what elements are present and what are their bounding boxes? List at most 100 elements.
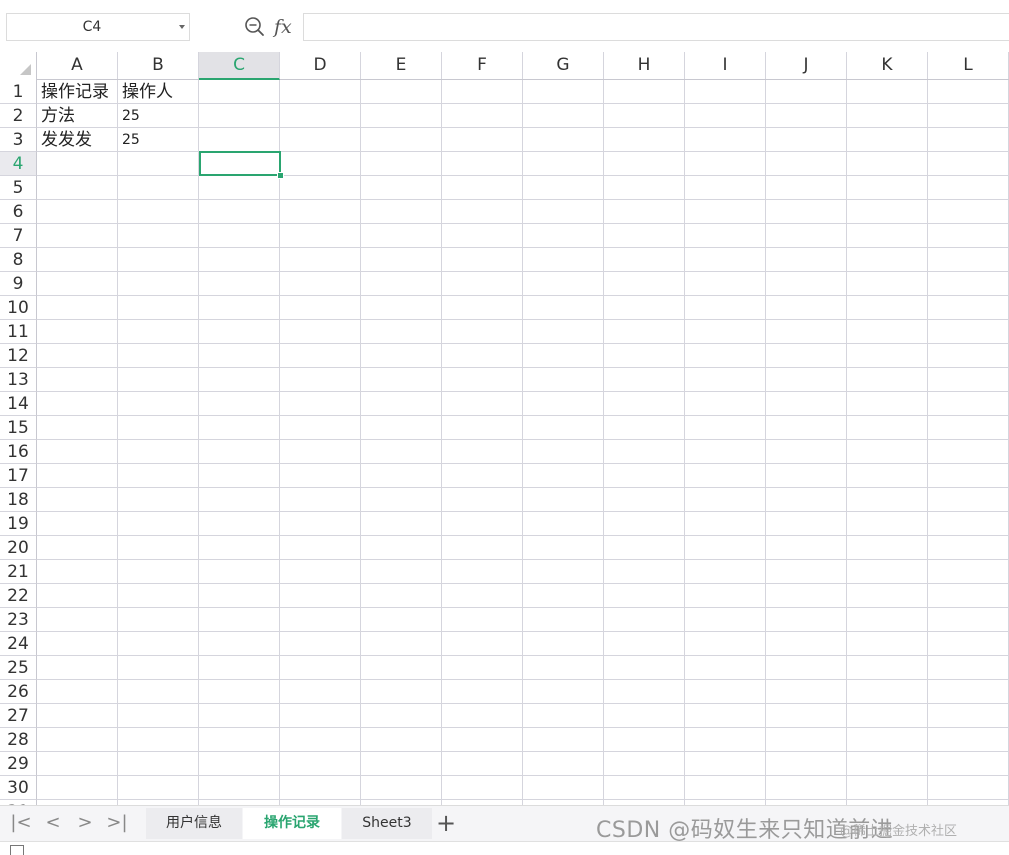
cell-a2[interactable]: 方法 [37, 104, 75, 128]
spreadsheet-grid[interactable]: ABCDEFGHIJKL 1 2 3 4 5 6 7 8 9 10 11 12 13 14 15 16 17 18… [0, 52, 1009, 805]
grid-vline [522, 80, 523, 805]
row-header-1[interactable]: 1 [0, 80, 37, 104]
row-header-13[interactable]: 13 [0, 368, 37, 392]
grid-hline [37, 799, 1009, 800]
column-header-f[interactable]: F [442, 52, 523, 79]
selected-cell-border [199, 151, 281, 176]
row-header-12[interactable]: 12 [0, 344, 37, 368]
column-header-e[interactable]: E [361, 52, 442, 79]
row-header-22[interactable]: 22 [0, 584, 37, 608]
column-header-d[interactable]: D [280, 52, 361, 79]
row-header-6[interactable]: 6 [0, 200, 37, 224]
grid-hline [37, 775, 1009, 776]
name-box[interactable]: C4 [6, 13, 190, 41]
fill-handle[interactable] [277, 172, 284, 179]
grid-hline [37, 151, 1009, 152]
row-header-24[interactable]: 24 [0, 632, 37, 656]
row-header-16[interactable]: 16 [0, 440, 37, 464]
cell-b3[interactable]: 25 [118, 128, 140, 152]
column-header-i[interactable]: I [685, 52, 766, 79]
row-header-28[interactable]: 28 [0, 728, 37, 752]
column-header-h[interactable]: H [604, 52, 685, 79]
grid-vline [927, 80, 928, 805]
grid-hline [37, 391, 1009, 392]
sheet-tab-operation-log[interactable]: 操作记录 [243, 808, 341, 839]
next-sheet-icon[interactable]: > [74, 812, 96, 834]
grid-hline [37, 271, 1009, 272]
name-box-value[interactable]: C4 [7, 14, 177, 40]
grid-vline [684, 80, 685, 805]
grid-hline [37, 127, 1009, 128]
grid-hline [37, 679, 1009, 680]
column-header-a[interactable]: A [37, 52, 118, 79]
row-header-30[interactable]: 30 [0, 776, 37, 800]
row-header-3[interactable]: 3 [0, 128, 37, 152]
grid-hline [37, 511, 1009, 512]
row-header-29[interactable]: 29 [0, 752, 37, 776]
grid-vline [198, 80, 199, 805]
column-header-j[interactable]: J [766, 52, 847, 79]
cell-b2[interactable]: 25 [118, 104, 140, 128]
grid-hline [37, 487, 1009, 488]
row-header-8[interactable]: 8 [0, 248, 37, 272]
grid-vline [765, 80, 766, 805]
row-header-7[interactable]: 7 [0, 224, 37, 248]
grid-hline [37, 463, 1009, 464]
grid-hline [37, 103, 1009, 104]
zoom-formula-icon[interactable] [244, 16, 266, 38]
fx-button[interactable]: fx [274, 13, 292, 41]
row-header-11[interactable]: 11 [0, 320, 37, 344]
row-header-4[interactable]: 4 [0, 152, 37, 176]
row-header-23[interactable]: 23 [0, 608, 37, 632]
cell-b1[interactable]: 操作人 [118, 80, 173, 104]
row-header-14[interactable]: 14 [0, 392, 37, 416]
sheet-tab-sheet3[interactable]: Sheet3 [342, 808, 432, 839]
column-header-k[interactable]: K [847, 52, 928, 79]
formula-input[interactable] [303, 13, 1009, 41]
grid-hline [37, 223, 1009, 224]
select-all-icon[interactable] [20, 64, 31, 75]
grid-hline [37, 247, 1009, 248]
row-header-25[interactable]: 25 [0, 656, 37, 680]
row-header-20[interactable]: 20 [0, 536, 37, 560]
add-sheet-button[interactable]: + [434, 811, 458, 835]
sheet-tab-user-info[interactable]: 用户信息 [146, 808, 242, 839]
grid-hline [37, 439, 1009, 440]
select-all-corner[interactable] [0, 52, 37, 80]
status-bar [0, 841, 1009, 855]
row-header-26[interactable]: 26 [0, 680, 37, 704]
row-header-9[interactable]: 9 [0, 272, 37, 296]
column-header-g[interactable]: G [523, 52, 604, 79]
column-header-c[interactable]: C [199, 52, 280, 80]
grid-vline [117, 80, 118, 805]
prev-sheet-icon[interactable]: < [42, 812, 64, 834]
first-sheet-icon[interactable]: |< [10, 812, 32, 834]
row-header-10[interactable]: 10 [0, 296, 37, 320]
cell-a3[interactable]: 发发发 [37, 128, 92, 152]
formula-bar: C4 fx [0, 0, 1009, 52]
grid-hline [37, 583, 1009, 584]
view-mode-icon[interactable] [10, 845, 24, 855]
row-header-19[interactable]: 19 [0, 512, 37, 536]
grid-hline [37, 175, 1009, 176]
column-header-l[interactable]: L [928, 52, 1009, 79]
grid-vline [441, 80, 442, 805]
row-header-18[interactable]: 18 [0, 488, 37, 512]
row-header-17[interactable]: 17 [0, 464, 37, 488]
row-header-2[interactable]: 2 [0, 104, 37, 128]
grid-hline [37, 703, 1009, 704]
cell-a1[interactable]: 操作记录 [37, 80, 109, 104]
row-header-21[interactable]: 21 [0, 560, 37, 584]
grid-hline [37, 607, 1009, 608]
last-sheet-icon[interactable]: >| [106, 812, 128, 834]
grid-hline [37, 535, 1009, 536]
column-header-b[interactable]: B [118, 52, 199, 79]
row-header-27[interactable]: 27 [0, 704, 37, 728]
grid-hline [37, 367, 1009, 368]
grid-vline [360, 80, 361, 805]
grid-hline [37, 295, 1009, 296]
watermark-sub: @稀土掘金技术社区 [840, 824, 958, 839]
row-header-15[interactable]: 15 [0, 416, 37, 440]
chevron-down-icon[interactable] [179, 25, 185, 29]
row-header-5[interactable]: 5 [0, 176, 37, 200]
